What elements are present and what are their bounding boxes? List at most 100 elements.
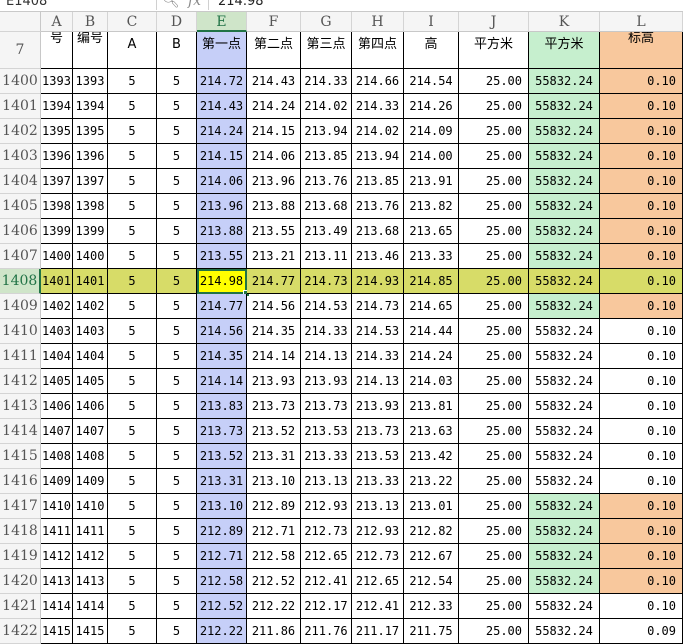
- table-cell[interactable]: 25.00: [459, 94, 529, 119]
- row-header[interactable]: 1413: [0, 394, 41, 419]
- table-cell[interactable]: 0.10: [600, 369, 683, 394]
- table-cell[interactable]: 213.96: [247, 169, 301, 194]
- table-cell[interactable]: 1412: [41, 544, 73, 569]
- table-cell[interactable]: 212.65: [352, 569, 404, 594]
- row-header[interactable]: 1412: [0, 369, 41, 394]
- row-header[interactable]: 1414: [0, 419, 41, 444]
- table-cell[interactable]: 5: [108, 494, 157, 519]
- table-cell[interactable]: 5: [108, 244, 157, 269]
- table-cell[interactable]: 213.10: [197, 494, 247, 519]
- header-cell[interactable]: 第二点: [247, 32, 301, 69]
- table-cell[interactable]: 212.54: [404, 569, 459, 594]
- table-cell[interactable]: 1408: [73, 444, 108, 469]
- table-cell[interactable]: 213.42: [404, 444, 459, 469]
- table-cell[interactable]: 5: [108, 319, 157, 344]
- table-cell[interactable]: 212.22: [247, 594, 301, 619]
- table-cell[interactable]: 213.81: [404, 394, 459, 419]
- row-header[interactable]: 1410: [0, 319, 41, 344]
- table-cell[interactable]: 5: [157, 394, 197, 419]
- table-cell[interactable]: 1398: [73, 194, 108, 219]
- table-cell[interactable]: 5: [157, 69, 197, 94]
- table-cell[interactable]: 214.85: [404, 269, 459, 294]
- table-cell[interactable]: 0.10: [600, 94, 683, 119]
- table-cell[interactable]: 5: [157, 94, 197, 119]
- table-cell[interactable]: 213.10: [247, 469, 301, 494]
- table-cell[interactable]: 213.21: [247, 244, 301, 269]
- table-cell[interactable]: 1412: [73, 544, 108, 569]
- table-cell[interactable]: 213.49: [301, 219, 352, 244]
- table-cell[interactable]: 1396: [41, 144, 73, 169]
- table-cell[interactable]: 213.73: [247, 394, 301, 419]
- table-cell[interactable]: 0.10: [600, 269, 683, 294]
- table-cell[interactable]: 1401: [41, 269, 73, 294]
- table-cell[interactable]: 55832.24: [529, 294, 600, 319]
- table-cell[interactable]: 0.10: [600, 544, 683, 569]
- table-cell[interactable]: 213.73: [197, 419, 247, 444]
- table-cell[interactable]: 214.24: [247, 94, 301, 119]
- table-cell[interactable]: 55832.24: [529, 194, 600, 219]
- table-cell[interactable]: 213.96: [197, 194, 247, 219]
- row-header[interactable]: 1407: [0, 244, 41, 269]
- table-cell[interactable]: 214.09: [404, 119, 459, 144]
- table-cell[interactable]: 213.88: [197, 219, 247, 244]
- table-cell[interactable]: 213.22: [404, 469, 459, 494]
- table-cell[interactable]: 1411: [41, 519, 73, 544]
- table-cell[interactable]: 213.52: [197, 444, 247, 469]
- table-cell[interactable]: 55832.24: [529, 144, 600, 169]
- table-cell[interactable]: 1398: [41, 194, 73, 219]
- table-cell[interactable]: 214.65: [404, 294, 459, 319]
- table-cell[interactable]: 214.24: [404, 344, 459, 369]
- table-cell[interactable]: 214.02: [352, 119, 404, 144]
- table-cell[interactable]: 1408: [41, 444, 73, 469]
- magnifier-icon[interactable]: 🔍︎: [162, 0, 180, 9]
- table-cell[interactable]: 213.91: [404, 169, 459, 194]
- table-cell[interactable]: 5: [108, 594, 157, 619]
- table-cell[interactable]: 1409: [73, 469, 108, 494]
- table-cell[interactable]: 25.00: [459, 194, 529, 219]
- row-header[interactable]: 1402: [0, 119, 41, 144]
- table-cell[interactable]: 25.00: [459, 119, 529, 144]
- table-cell[interactable]: 25.00: [459, 69, 529, 94]
- table-cell[interactable]: 213.55: [247, 219, 301, 244]
- row-header[interactable]: 1409: [0, 294, 41, 319]
- table-cell[interactable]: 1415: [41, 619, 73, 644]
- column-header-j[interactable]: J: [459, 12, 529, 32]
- table-cell[interactable]: 213.73: [301, 394, 352, 419]
- table-cell[interactable]: 25.00: [459, 544, 529, 569]
- table-cell[interactable]: 214.00: [404, 144, 459, 169]
- row-header[interactable]: 7: [0, 32, 41, 69]
- table-cell[interactable]: 0.10: [600, 344, 683, 369]
- table-cell[interactable]: 213.33: [352, 469, 404, 494]
- header-cell[interactable]: 标高: [600, 32, 683, 69]
- header-cell[interactable]: 第三点: [301, 32, 352, 69]
- table-cell[interactable]: 25.00: [459, 319, 529, 344]
- table-cell[interactable]: 5: [157, 294, 197, 319]
- table-cell[interactable]: 55832.24: [529, 519, 600, 544]
- table-cell[interactable]: 214.02: [301, 94, 352, 119]
- table-cell[interactable]: 5: [108, 544, 157, 569]
- table-cell[interactable]: 25.00: [459, 494, 529, 519]
- table-cell[interactable]: 213.68: [352, 219, 404, 244]
- header-cell[interactable]: 高: [404, 32, 459, 69]
- name-box[interactable]: E1408: [0, 0, 157, 10]
- table-cell[interactable]: 55832.24: [529, 394, 600, 419]
- table-cell[interactable]: 1399: [73, 219, 108, 244]
- table-cell[interactable]: 214.35: [247, 319, 301, 344]
- table-cell[interactable]: 214.53: [352, 319, 404, 344]
- table-cell[interactable]: 0.10: [600, 119, 683, 144]
- table-cell[interactable]: 5: [157, 494, 197, 519]
- active-cell[interactable]: 214.98: [197, 269, 247, 294]
- table-cell[interactable]: 214.15: [197, 144, 247, 169]
- table-cell[interactable]: 1403: [41, 319, 73, 344]
- table-cell[interactable]: 5: [157, 544, 197, 569]
- table-cell[interactable]: 5: [157, 344, 197, 369]
- table-cell[interactable]: 1397: [41, 169, 73, 194]
- table-cell[interactable]: 213.94: [301, 119, 352, 144]
- table-cell[interactable]: 212.58: [247, 544, 301, 569]
- table-cell[interactable]: 1407: [41, 419, 73, 444]
- table-cell[interactable]: 212.71: [197, 544, 247, 569]
- table-cell[interactable]: 5: [108, 619, 157, 644]
- table-cell[interactable]: 1400: [41, 244, 73, 269]
- column-header-e[interactable]: E: [197, 12, 247, 32]
- column-header-l[interactable]: L: [600, 12, 683, 32]
